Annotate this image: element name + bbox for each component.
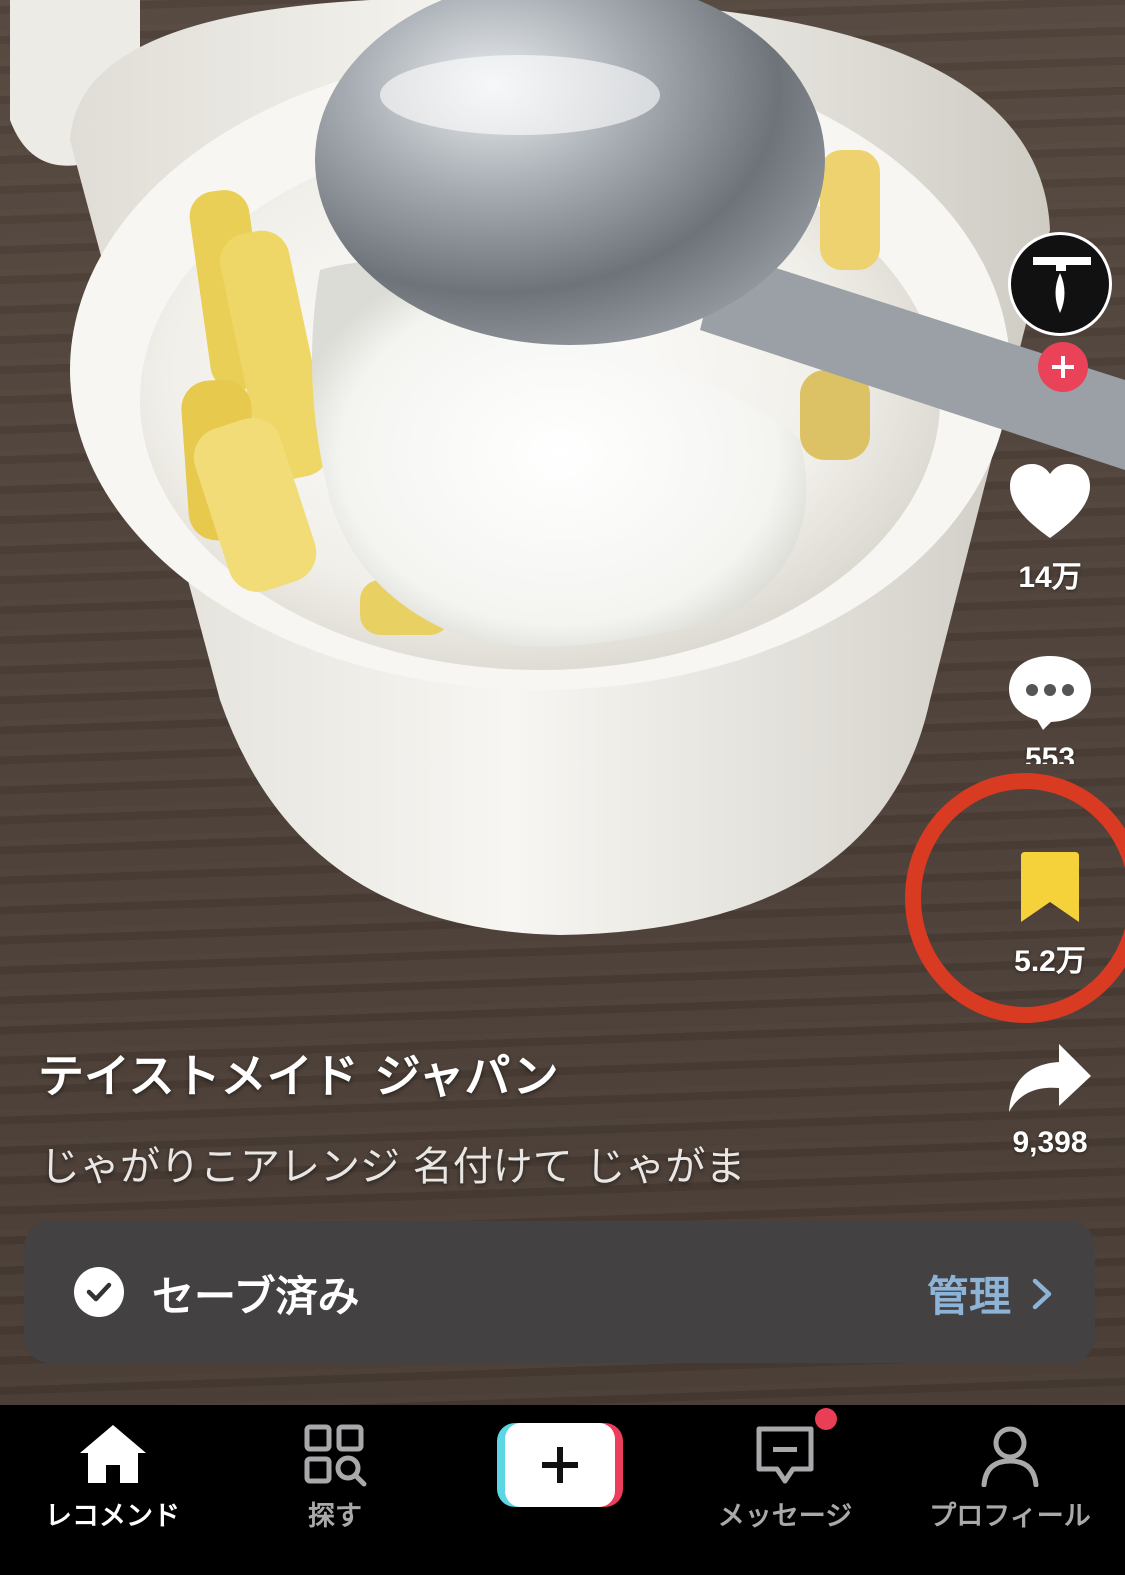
comment-bubble-icon [1009, 656, 1091, 730]
bottom-tab-bar: レコメンド 探す メッセージ プロフィール [0, 1405, 1125, 1575]
heart-icon [1010, 464, 1090, 538]
message-icon [756, 1426, 814, 1484]
chevron-right-icon [1032, 1278, 1052, 1309]
tab-discover-label: 探す [308, 1501, 362, 1532]
manage-link[interactable]: 管理 [927, 1263, 1053, 1324]
video-frame-image [10, 0, 1125, 935]
follow-button[interactable] [1038, 342, 1088, 392]
comment-count: 553 [1024, 742, 1076, 764]
creator-avatar[interactable] [1008, 232, 1112, 336]
discover-grid-icon [304, 1424, 367, 1487]
like-button[interactable]: 14万 [975, 462, 1125, 596]
share-count: 9,398 [1012, 1126, 1088, 1159]
share-button[interactable]: 9,398 [975, 1040, 1125, 1160]
plus-icon [542, 1447, 578, 1483]
create-button[interactable] [497, 1423, 623, 1507]
plus-icon [1052, 356, 1074, 378]
person-icon [981, 1426, 1039, 1487]
check-circle-icon [74, 1267, 124, 1317]
video-player[interactable] [0, 0, 1125, 1405]
comment-button[interactable]: 553 [975, 652, 1125, 764]
tab-inbox-label: メッセージ [717, 1501, 853, 1532]
notification-badge [815, 1408, 837, 1430]
tab-inbox[interactable]: メッセージ [700, 1405, 870, 1575]
home-icon [79, 1425, 146, 1483]
saved-toast: セーブ済み 管理 [24, 1221, 1095, 1363]
creator-logo-icon [1033, 257, 1091, 313]
tab-profile[interactable]: プロフィール [915, 1405, 1105, 1575]
tab-profile-label: プロフィール [929, 1501, 1091, 1532]
action-rail: 14万 553 5.2万 9,398 [975, 0, 1125, 1405]
tab-home[interactable]: レコメンド [20, 1405, 205, 1575]
tab-discover[interactable]: 探す [275, 1405, 395, 1575]
creator-name[interactable]: テイストメイド ジャパン [38, 1040, 559, 1106]
share-arrow-icon [1009, 1044, 1091, 1112]
video-description[interactable]: じゃがりこアレンジ 名付けて じゃがま [40, 1134, 745, 1192]
like-count: 14万 [1018, 561, 1082, 594]
tab-home-label: レコメンド [45, 1501, 180, 1532]
manage-label: 管理 [926, 1272, 1011, 1321]
saved-label: セーブ済み [152, 1272, 360, 1321]
